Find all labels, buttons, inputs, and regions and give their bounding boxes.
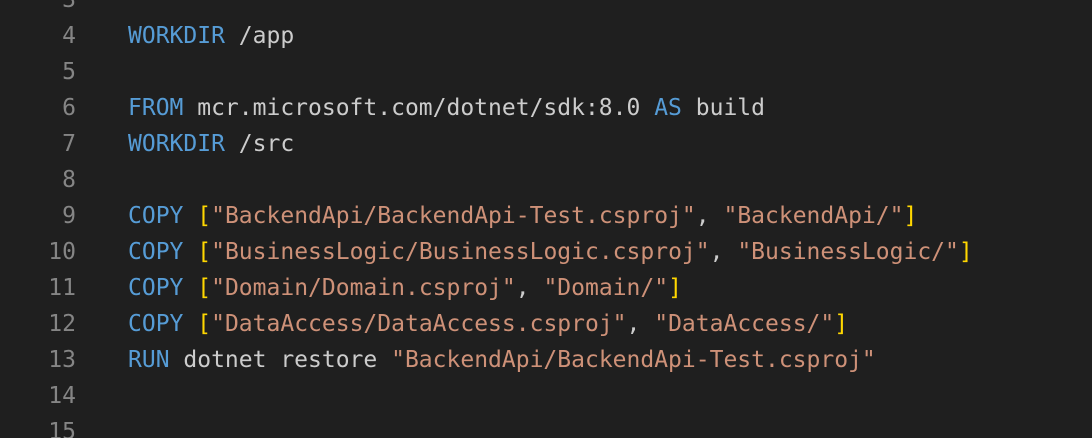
code-token-plain: , xyxy=(709,239,738,265)
code-token-string: "Domain/Domain.csproj" xyxy=(211,275,516,301)
code-token-plain: build xyxy=(681,95,765,121)
code-line[interactable]: 11 COPY ["Domain/Domain.csproj", "Domain/… xyxy=(0,270,1092,306)
code-token-string: "BusinessLogic/" xyxy=(737,239,959,265)
line-content[interactable]: FROM mcr.microsoft.com/dotnet/sdk:8.0 AS… xyxy=(128,90,765,126)
code-line[interactable]: 9 COPY ["BackendApi/BackendApi-Test.cspro… xyxy=(0,198,1092,234)
line-content[interactable]: COPY ["BackendApi/BackendApi-Test.csproj… xyxy=(128,198,917,234)
code-token-plain: dotnet restore xyxy=(169,347,392,373)
code-line[interactable]: 15 xyxy=(0,414,1092,438)
code-token-string: "Domain/" xyxy=(543,275,669,301)
code-token-keyword: FROM xyxy=(128,95,184,121)
code-token-string: "DataAccess/DataAccess.csproj" xyxy=(211,311,627,337)
line-number: 11 xyxy=(48,275,76,301)
code-token-plain: /app xyxy=(224,23,295,49)
code-token-plain: , xyxy=(695,203,724,229)
code-token-string: "BackendApi/BackendApi-Test.csproj" xyxy=(211,203,696,229)
code-token-string: "BackendApi/BackendApi-Test.csproj" xyxy=(391,347,876,373)
line-content[interactable]: WORKDIR /app xyxy=(128,18,294,54)
code-line[interactable]: 8 xyxy=(0,162,1092,198)
code-token-keyword: WORKDIR xyxy=(128,23,225,49)
code-token-plain: , xyxy=(515,275,544,301)
code-token-keyword: WORKDIR xyxy=(128,131,225,157)
code-token-plain: /src xyxy=(224,131,295,157)
code-line[interactable]: 7 WORKDIR /src xyxy=(0,126,1092,162)
code-line[interactable]: 13 RUN dotnet restore "BackendApi/Backend… xyxy=(0,342,1092,378)
code-token-keyword: COPY xyxy=(128,311,184,337)
line-number: 15 xyxy=(48,419,76,438)
code-token-keyword: RUN xyxy=(128,347,170,373)
line-number: 12 xyxy=(48,311,76,337)
code-token-plain: , xyxy=(626,311,655,337)
code-token-bracket: ] xyxy=(668,275,682,301)
code-token-bracket: [ xyxy=(197,311,212,337)
line-content[interactable]: WORKDIR /src xyxy=(128,126,294,162)
code-token-keyword: COPY xyxy=(128,275,184,301)
line-number: 13 xyxy=(48,347,76,373)
code-line[interactable]: 5 xyxy=(0,54,1092,90)
code-line[interactable]: 3 xyxy=(0,0,1092,18)
code-token-keyword: COPY xyxy=(128,203,184,229)
line-number: 4 xyxy=(62,23,76,49)
line-number: 10 xyxy=(48,239,76,265)
code-line[interactable]: 14 xyxy=(0,378,1092,414)
line-number: 8 xyxy=(62,167,76,193)
line-number: 14 xyxy=(48,383,76,409)
line-content[interactable]: COPY ["BusinessLogic/BusinessLogic.cspro… xyxy=(128,234,973,270)
line-content[interactable]: COPY ["Domain/Domain.csproj", "Domain/"] xyxy=(128,270,682,306)
code-lines: 3 4 WORKDIR /app 5 6 FROM mcr.microsoft.com/d… xyxy=(0,0,1092,438)
code-token-bracket: ] xyxy=(834,311,849,337)
line-number: 3 xyxy=(62,0,76,13)
line-number: 9 xyxy=(62,203,76,229)
code-token-bracket: [ xyxy=(197,203,212,229)
code-token-keyword: COPY xyxy=(128,239,184,265)
code-token-bracket: [ xyxy=(197,275,212,301)
code-line[interactable]: 4 WORKDIR /app xyxy=(0,18,1092,54)
code-token-string: "DataAccess/" xyxy=(654,311,835,337)
code-token-bracket: [ xyxy=(197,239,212,265)
code-token-bracket: ] xyxy=(958,239,973,265)
line-number: 5 xyxy=(62,59,76,85)
code-line[interactable]: 6 FROM mcr.microsoft.com/dotnet/sdk:8.0 A… xyxy=(0,90,1092,126)
line-number: 6 xyxy=(62,95,76,121)
code-editor[interactable]: 3 4 WORKDIR /app 5 6 FROM mcr.microsoft.com/d… xyxy=(0,0,1092,438)
line-content[interactable]: RUN dotnet restore "BackendApi/BackendAp… xyxy=(128,342,876,378)
code-token-plain: mcr.microsoft.com/dotnet/sdk:8.0 xyxy=(183,95,655,121)
code-line[interactable]: 10 COPY ["BusinessLogic/BusinessLogic.csp… xyxy=(0,234,1092,270)
code-line[interactable]: 12 COPY ["DataAccess/DataAccess.csproj", … xyxy=(0,306,1092,342)
line-number: 7 xyxy=(62,131,76,157)
code-token-bracket: ] xyxy=(903,203,918,229)
line-content[interactable]: COPY ["DataAccess/DataAccess.csproj", "D… xyxy=(128,306,848,342)
code-token-string: "BusinessLogic/BusinessLogic.csproj" xyxy=(211,239,710,265)
code-token-string: "BackendApi/" xyxy=(723,203,904,229)
code-token-keyword: AS xyxy=(654,95,682,121)
